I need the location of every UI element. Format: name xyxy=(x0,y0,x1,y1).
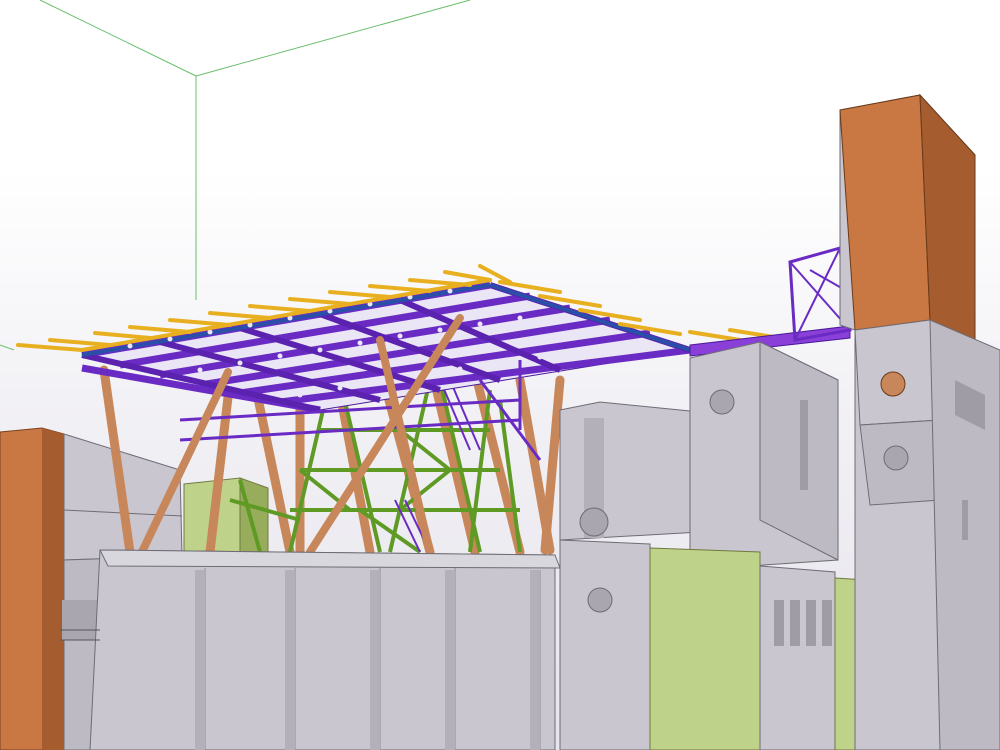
front-concrete-block xyxy=(60,549,561,750)
tall-center-block xyxy=(689,341,839,571)
left-orange-wall xyxy=(0,427,65,750)
bim-3d-model-view[interactable] xyxy=(0,0,1000,750)
model-viewport[interactable] xyxy=(0,0,1000,750)
green-block-right xyxy=(649,547,867,750)
right-tower xyxy=(839,93,1000,750)
green-block-left xyxy=(183,477,269,557)
purple-pipe-right xyxy=(689,246,852,357)
